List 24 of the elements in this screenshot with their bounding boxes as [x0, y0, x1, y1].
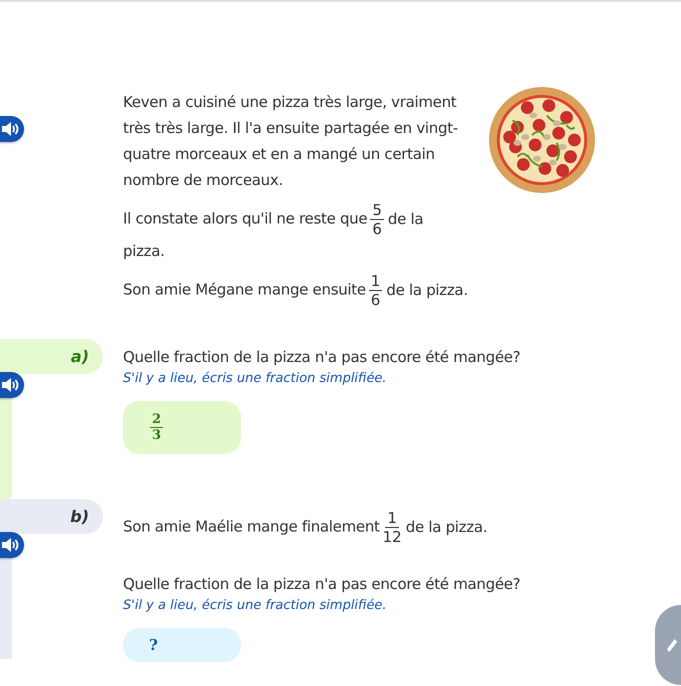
- fraction: 1 6: [368, 272, 382, 309]
- paragraph-text: Keven a cuisiné une pizza très large, vraiment très très large. Il l'a ensuite partagée en vingt-quatre morceaux et en a mangé un certain nombre de morceaux.: [123, 93, 458, 189]
- speaker-icon: [0, 537, 20, 553]
- speaker-icon: [0, 121, 20, 137]
- speaker-icon: [0, 377, 20, 393]
- paragraph-text: Son amie Maélie mange finalement: [123, 518, 380, 536]
- edit-button[interactable]: [655, 605, 681, 685]
- pencil-icon: [667, 638, 677, 652]
- question-label: a): [0, 339, 103, 374]
- paragraph-text: de la: [388, 210, 424, 228]
- answer-field[interactable]: 2 3: [123, 401, 241, 454]
- paragraph-text: Son amie Mégane mange ensuite: [123, 280, 366, 299]
- hint-text: S'il y a lieu, écris une fraction simplifiée.: [123, 370, 388, 388]
- fraction: 5 6: [370, 201, 384, 238]
- paragraph-text: de la pizza.: [386, 280, 468, 299]
- answer-field[interactable]: ?: [123, 628, 241, 662]
- paragraph-text: pizza.: [123, 242, 165, 260]
- question-text: Quelle fraction de la pizza n'a pas encore été mangée?: [123, 347, 520, 368]
- question-label: b): [0, 499, 103, 534]
- fraction: 1 12: [382, 509, 402, 546]
- paragraph-text: Il constate alors qu'il ne reste que: [123, 210, 368, 228]
- paragraph-text: de la pizza.: [406, 518, 488, 536]
- question-text: Quelle fraction de la pizza n'a pas encore été mangée?: [123, 574, 520, 595]
- hint-text: S'il y a lieu, écris une fraction simplifiée.: [123, 597, 388, 615]
